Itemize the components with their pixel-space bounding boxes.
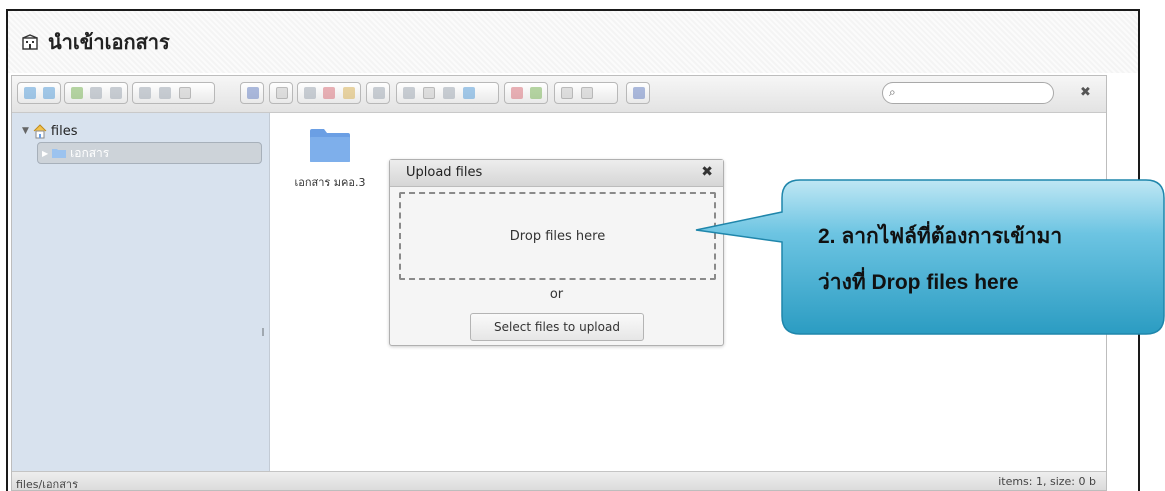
cut-icon[interactable]: [320, 85, 337, 101]
tree-item-documents[interactable]: ▶ เอกสาร: [37, 142, 262, 164]
resize-icon[interactable]: [460, 85, 478, 101]
open-icon[interactable]: [136, 85, 154, 101]
status-info: items: 1, size: 0 b: [998, 475, 1096, 488]
rename-group: [366, 82, 390, 104]
extract-icon[interactable]: [440, 85, 458, 101]
view-group: [269, 82, 293, 104]
help-group: [626, 82, 650, 104]
search-field[interactable]: ⌕: [882, 82, 1054, 104]
filter-icon[interactable]: [527, 85, 544, 101]
preview-icon[interactable]: [273, 85, 289, 101]
download-icon[interactable]: [156, 85, 174, 101]
title-bar: นำเข้าเอกสาร: [8, 11, 1138, 73]
help-icon[interactable]: [630, 85, 646, 101]
info-group: [240, 82, 264, 104]
home-icon: [33, 124, 47, 139]
close-icon[interactable]: ✖: [1080, 85, 1091, 100]
folder-tree: ▼ files ▶ เอกสาร: [12, 113, 270, 471]
or-text: or: [549, 287, 564, 302]
sort-icon[interactable]: [508, 85, 525, 101]
toolbar: ⌕ ✖: [12, 76, 1106, 113]
reload-icon[interactable]: [68, 85, 85, 101]
chevron-down-icon[interactable]: ▼: [22, 126, 29, 136]
callout-line-2: ว่างที่ Drop files here: [818, 271, 1019, 294]
tools-group: [396, 82, 499, 104]
edit-group: [132, 82, 215, 104]
layout-group: [554, 82, 618, 104]
folder-icon: [52, 149, 67, 158]
status-bar: files/เอกสาร items: 1, size: 0 b: [12, 471, 1106, 491]
sort-group: [504, 82, 548, 104]
duplicate-icon[interactable]: [400, 85, 418, 101]
callout-line-1: 2. ลากไฟล์ที่ต้องการเข้ามา: [818, 225, 1063, 248]
chevron-right-icon[interactable]: ▶: [42, 149, 48, 158]
clipboard-group: [297, 82, 361, 104]
drop-zone[interactable]: Drop files here: [399, 192, 716, 280]
icon-view-icon[interactable]: [578, 85, 596, 101]
dialog-header: Upload files ✖: [390, 160, 723, 187]
tree-root[interactable]: ▼ files: [22, 123, 78, 139]
drop-zone-text: Drop files here: [509, 228, 606, 244]
folder-icon: [310, 129, 350, 162]
new-file-icon[interactable]: [87, 85, 104, 101]
list-view-icon[interactable]: [558, 85, 576, 101]
tree-root-label: files: [50, 123, 78, 139]
paste-icon[interactable]: [340, 85, 357, 101]
file-group: [64, 82, 128, 104]
select-icon[interactable]: [176, 85, 194, 101]
save-icon[interactable]: [107, 85, 124, 101]
nav-group: [17, 82, 61, 104]
rename-icon[interactable]: [370, 85, 386, 101]
page-title: นำเข้าเอกสาร: [48, 30, 170, 54]
forward-icon[interactable]: [40, 85, 57, 101]
back-icon[interactable]: [21, 85, 38, 101]
archive-icon[interactable]: [420, 85, 438, 101]
copy-icon[interactable]: [301, 85, 318, 101]
building-icon: [22, 34, 38, 50]
callout-text: 2. ลากไฟล์ที่ต้องการเข้ามา ว่างที่ Drop …: [818, 214, 1138, 306]
upload-dialog: Upload files ✖ Drop files here or Select…: [389, 159, 724, 346]
folder-item[interactable]: เอกสาร มคอ.3: [288, 127, 372, 191]
dialog-title: Upload files: [406, 165, 483, 180]
select-files-button[interactable]: Select files to upload: [470, 313, 644, 341]
folder-name: เอกสาร มคอ.3: [294, 176, 366, 189]
info-icon[interactable]: [244, 85, 260, 101]
tree-item-label: เอกสาร: [70, 145, 110, 160]
close-icon[interactable]: ✖: [701, 164, 713, 180]
search-icon: ⌕: [889, 85, 896, 99]
resize-handle[interactable]: [262, 328, 264, 336]
